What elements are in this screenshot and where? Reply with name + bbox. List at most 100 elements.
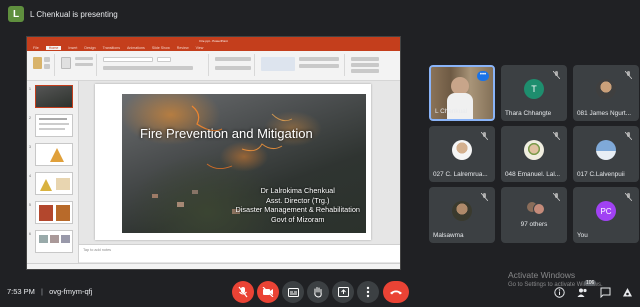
thumb-number: 6 — [29, 232, 31, 236]
ppt-tab-transitions: Transitions — [102, 45, 121, 50]
shape-fill-icon — [299, 57, 339, 61]
info-icon[interactable] — [554, 287, 565, 298]
slide-thumb — [35, 143, 73, 166]
slide-org: Govt of Mizoram — [270, 214, 325, 224]
font-box — [103, 57, 153, 62]
avatar-photo — [524, 140, 544, 160]
slide-thumbnails: 1 2 3 4 5 6 — [27, 81, 79, 269]
ppt-title-bar: Fire ppt - PowerPoint — [27, 37, 400, 44]
thumb-number: 1 — [29, 87, 31, 91]
presenting-bar: L L Chenkual is presenting — [0, 0, 640, 28]
mic-off-icon — [553, 132, 560, 140]
slide-thumb — [35, 201, 73, 224]
replace-icon — [351, 63, 379, 67]
slide-subtitle: Dr Lalrokima Chenkual Asst. Director (Tr… — [235, 186, 360, 224]
meet-window: L L Chenkual is presenting Fire ppt - Po… — [0, 0, 640, 307]
ribbon-group-clipboard — [29, 54, 55, 76]
shared-screen: Fire ppt - PowerPoint File Home Insert D… — [26, 36, 401, 270]
slide-author: Dr Lalrokima Chenkual — [260, 186, 335, 195]
ppt-tab-slideshow: Slide Show — [151, 45, 170, 50]
participant-tile-speaker[interactable]: ••• L Chenkual — [429, 65, 495, 121]
participant-name: 081 James Ngurt... — [577, 110, 631, 117]
mic-off-icon — [553, 193, 560, 201]
participant-count-badge: 106 — [584, 280, 597, 286]
participant-name: Thara Chhangte — [505, 110, 552, 117]
select-icon — [351, 69, 379, 73]
paste-icon — [33, 57, 42, 69]
slide-thumb — [35, 172, 73, 195]
ppt-tab-file: File — [33, 45, 39, 50]
notes-pane: Tap to add notes — [79, 244, 400, 262]
shape-outline-icon — [299, 64, 339, 68]
participant-tile[interactable]: 017 C.Lalvenpuii — [573, 126, 639, 182]
more-options-button[interactable] — [357, 281, 379, 303]
mic-off-icon — [553, 71, 560, 79]
participant-name: Malsawma — [433, 232, 464, 239]
more-icon — [366, 286, 370, 298]
present-icon — [337, 287, 349, 297]
slide-designation: Asst. Director (Trg.) — [266, 195, 330, 205]
people-icon[interactable] — [577, 287, 588, 298]
thumb-number: 2 — [29, 116, 31, 120]
hang-up-icon — [390, 290, 402, 295]
ribbon-group-slides — [57, 54, 97, 76]
mic-off-icon — [481, 132, 488, 140]
leave-call-button[interactable] — [383, 281, 409, 303]
mic-off-icon — [625, 193, 632, 201]
copy-icon — [44, 64, 50, 69]
new-slide-icon — [61, 57, 71, 69]
activities-icon[interactable] — [622, 287, 633, 298]
camera-toggle-button[interactable] — [257, 281, 279, 303]
mic-off-icon — [625, 71, 632, 79]
bottom-bar: 7:53 PM | ovg-fmym-qfj 106 — [0, 278, 640, 307]
slide-thumb — [35, 114, 73, 137]
participant-name: L Chenkual — [435, 108, 468, 115]
participant-name: 017 C.Lalvenpuii — [577, 171, 625, 178]
participant-tile[interactable]: 048 Emanuel. Lal... — [501, 126, 567, 182]
avatar-initial: PC — [596, 201, 616, 221]
raise-hand-icon — [314, 287, 322, 298]
reset-icon — [75, 63, 93, 66]
ppt-tab-review: Review — [176, 45, 189, 50]
participant-name: 048 Emanuel. Lal... — [505, 171, 561, 178]
ppt-ribbon — [27, 51, 400, 81]
present-button[interactable] — [332, 281, 354, 303]
cut-icon — [44, 57, 50, 62]
font-size-box — [157, 57, 171, 62]
captions-icon — [287, 287, 299, 297]
participant-tile[interactable]: 027 C. Lalremrua... — [429, 126, 495, 182]
meeting-code: ovg-fmym-qfj — [49, 287, 93, 296]
participant-name: 027 C. Lalremrua... — [433, 171, 488, 178]
slide-thumb — [35, 85, 73, 108]
slide-image: Fire Prevention and Mitigation Dr Lalrok… — [122, 94, 366, 233]
captions-button[interactable] — [282, 281, 304, 303]
thumb-number: 5 — [29, 203, 31, 207]
ribbon-group-editing — [347, 54, 387, 76]
chat-icon[interactable] — [600, 287, 611, 298]
avatar-photo — [452, 140, 472, 160]
participant-tile[interactable]: 081 James Ngurt... — [573, 65, 639, 121]
participant-tile[interactable]: Malsawma — [429, 187, 495, 243]
shapes-icon — [261, 57, 295, 71]
raise-hand-button[interactable] — [307, 281, 329, 303]
others-count: 97 others — [520, 221, 548, 228]
participant-tile-self[interactable]: PC You — [573, 187, 639, 243]
camera-off-icon — [262, 287, 274, 297]
mic-off-icon — [625, 132, 632, 140]
mic-toggle-button[interactable] — [232, 281, 254, 303]
participant-tile-others[interactable]: 97 others — [501, 187, 567, 243]
mic-off-icon — [238, 286, 248, 298]
ribbon-group-drawing — [257, 54, 345, 76]
speaker-body — [447, 93, 473, 119]
current-slide: Fire Prevention and Mitigation Dr Lalrok… — [95, 84, 371, 240]
ppt-tab-view: View — [195, 45, 204, 50]
info-separator: | — [41, 287, 43, 296]
meeting-info: 7:53 PM | ovg-fmym-qfj — [7, 287, 92, 296]
ribbon-group-font — [99, 54, 209, 76]
participant-tile[interactable]: T Thara Chhangte — [501, 65, 567, 121]
slide-thumb — [35, 230, 73, 253]
avatar-photo — [452, 201, 472, 221]
avatar-stack — [533, 203, 545, 215]
avatar-photo — [596, 140, 616, 160]
more-options-icon[interactable]: ••• — [477, 71, 489, 81]
